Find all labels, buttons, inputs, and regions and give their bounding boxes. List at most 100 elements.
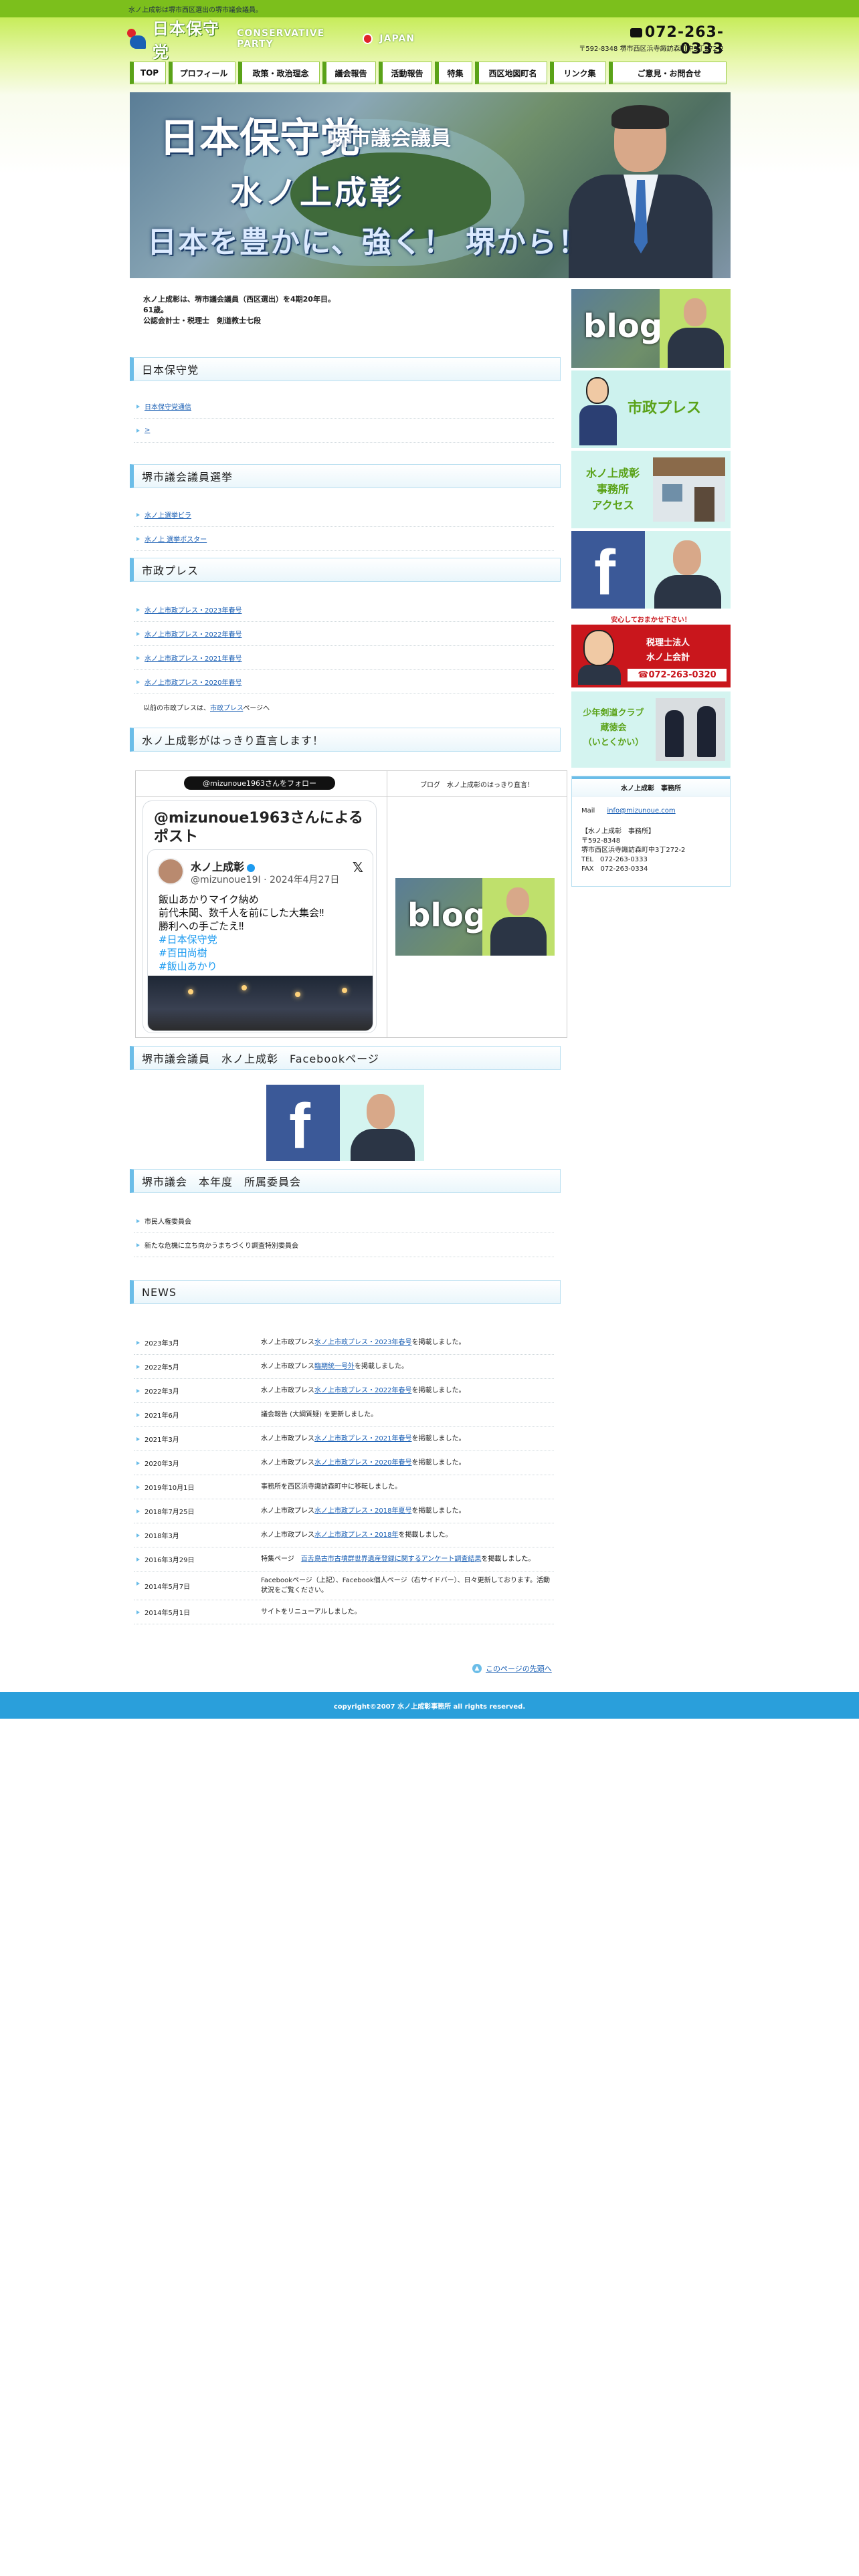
hashtag[interactable]: #百田尚樹 [159,946,366,960]
japan-flag-icon [363,33,373,44]
sidebar-banner-facebook[interactable]: f [571,531,731,609]
nav-top[interactable]: TOP [130,62,166,84]
news-text: 事務所を西区浜寺諏訪森町中に移転しました。 [261,1483,401,1491]
news-link[interactable]: 水ノ上市政プレス・2018年夏号 [314,1507,411,1515]
header-address: 〒592-8348 堺市西区浜寺諏訪森町中3丁272-2 [579,45,724,53]
list-item: 市民人権委員会 [134,1209,554,1233]
facebook-page-banner[interactable]: f [266,1085,424,1161]
office-mail-link[interactable]: info@mizunoue.com [607,807,675,815]
tweet-photo[interactable] [148,976,373,1031]
news-link[interactable]: 水ノ上市政プレス・2018年 [314,1531,398,1539]
press-page-link[interactable]: 市政プレス [210,705,243,712]
nav-links[interactable]: リンク集 [550,62,606,84]
list-item[interactable]: 水ノ上選挙ビラ [134,503,554,527]
blog-banner[interactable]: blog [395,878,555,956]
top-bar-text: 水ノ上成彰は堺市西区選出の堺市議会議員。 [128,7,262,14]
tweet-author: 水ノ上成彰 [191,858,256,874]
avatar[interactable] [157,858,184,885]
nav-feature[interactable]: 特集 [435,62,472,84]
party-logo-icon [127,29,146,49]
list-item[interactable]: 水ノ上 選挙ポスター [134,527,554,551]
news-link[interactable]: 臨期統一号外 [314,1363,355,1370]
news-item: 2014年5月7日 Facebookページ（上記）、Facebook個人ページ（右… [134,1572,554,1600]
twitter-follow-button[interactable]: @mizunoue1963さんをフォロー [184,776,335,790]
twitter-blog-box: @mizunoue1963さんをフォロー ブログ 水ノ上成彰のはっきり直言！ @… [135,770,567,1038]
section-heading-news: NEWS [130,1280,561,1304]
news-item: 2019年10月1日 事務所を西区浜寺諏訪森町中に移転しました。 [134,1475,554,1499]
arrow-up-icon: ▲ [472,1664,482,1673]
list-item[interactable]: 水ノ上市政プレス・2022年春号 [134,622,554,646]
tweet-body: 飯山あかりマイク納め 前代未聞、数千人を前にした大集会‼ 勝利への手ごたえ‼ #… [159,893,366,973]
facebook-icon: f [266,1085,340,1161]
site-logo[interactable]: 日本保守党 CONSERVATIVE PARTY JAPAN [127,19,415,62]
phone-icon [630,28,642,37]
news-item: 2018年3月 水ノ上市政プレス水ノ上市政プレス・2018年を掲載しました。 [134,1523,554,1547]
sidebar-office-info: 水ノ上成彰 事務所 Mail info@mizunoue.com 【水ノ上成彰 事… [571,776,731,887]
sidebar-banner-tax-office[interactable]: 安心しておまかせ下さい！ 税理士法人 水ノ上会計 ☎072-263-0320 [571,613,731,687]
sidebar-banner-blog[interactable]: blog [571,289,731,368]
list-item[interactable]: 水ノ上市政プレス・2023年春号 [134,598,554,622]
news-date: 2014年5月7日 [145,1583,191,1591]
election-links: 水ノ上選挙ビラ 水ノ上 選挙ポスター [134,503,554,551]
news-text: 水ノ上市政プレス臨期統一号外を掲載しました。 [261,1363,408,1370]
news-date: 2022年3月 [145,1388,179,1396]
timeline-title: @mizunoue1963さんによるポスト [154,810,363,845]
news-text: 水ノ上市政プレス水ノ上市政プレス・2018年を掲載しました。 [261,1531,452,1539]
nav-contact[interactable]: ご意見・お問合せ [609,62,727,84]
twitter-timeline[interactable]: @mizunoue1963さんによるポスト 水ノ上成彰 @mizunoue19I… [142,800,377,1033]
footer-copyright: copyright©2007 水ノ上成彰事務所 all rights reser… [0,1692,859,1719]
nav-activity-report[interactable]: 活動報告 [379,62,432,84]
hashtag[interactable]: #飯山あかり [159,960,366,973]
news-date: 2016年3月29日 [145,1557,195,1564]
list-item[interactable]: 水ノ上市政プレス・2020年春号 [134,670,554,694]
list-item[interactable]: 日本保守党通信 [134,395,554,419]
tweet-card[interactable]: 水ノ上成彰 @mizunoue19I · 2024年4月27日 𝕏 飯山あかりマ… [147,849,373,1031]
list-item[interactable]: > [134,419,554,443]
section-heading-facebook: 堺市議会議員 水ノ上成彰 Facebookページ [130,1046,561,1070]
committee-list: 市民人権委員会 新たな危機に立ち向かうまちづくり調査特別委員会 [134,1209,554,1257]
news-text: サイトをリニューアルしました。 [261,1608,361,1616]
sidebar-banner-access[interactable]: 水ノ上成彰 事務所 アクセス [571,451,731,528]
nav-profile[interactable]: プロフィール [169,62,235,84]
list-item[interactable]: 水ノ上市政プレス・2021年春号 [134,646,554,670]
news-date: 2021年3月 [145,1436,179,1444]
news-text: 水ノ上市政プレス水ノ上市政プレス・2022年春号を掲載しました。 [261,1387,466,1394]
news-link[interactable]: 百舌鳥古市古墳群世界遺産登録に関するアンケート調査結果 [301,1555,482,1563]
news-text: 水ノ上市政プレス水ノ上市政プレス・2020年春号を掲載しました。 [261,1459,466,1467]
verified-icon [247,863,256,872]
news-item: 2021年3月 水ノ上市政プレス水ノ上市政プレス・2021年春号を掲載しました。 [134,1427,554,1451]
section-heading-election: 堺市議会議員選挙 [130,464,561,488]
facebook-icon: f [571,531,645,609]
news-item: 2020年3月 水ノ上市政プレス水ノ上市政プレス・2020年春号を掲載しました。 [134,1451,554,1475]
intro-text: 水ノ上成彰は、堺市議会議員（西区選出）を4期20年目。 61歳。 公認会計士・税… [143,295,335,325]
kendo-photo [656,698,725,761]
nav-map[interactable]: 西区地図町名 [475,62,547,84]
news-link[interactable]: 水ノ上市政プレス・2023年春号 [314,1339,411,1346]
news-date: 2018年3月 [145,1533,179,1540]
blog-text: blog [407,897,487,934]
section-heading-committee: 堺市議会 本年度 所属委員会 [130,1169,561,1193]
main-nav: TOP プロフィール 政策・政治理念 議会報告 活動報告 特集 西区地図町名 リ… [130,62,732,84]
page-top-link[interactable]: ▲ このページの先頭へ [472,1662,555,1675]
nav-assembly-report[interactable]: 議会報告 [322,62,376,84]
news-link[interactable]: 水ノ上市政プレス・2021年春号 [314,1435,411,1442]
news-date: 2022年5月 [145,1364,179,1372]
top-bar: 水ノ上成彰は堺市西区選出の堺市議会議員。 [0,0,859,17]
news-list: 2023年3月 水ノ上市政プレス水ノ上市政プレス・2023年春号を掲載しました。 2… [134,1331,554,1624]
nav-policy[interactable]: 政策・政治理念 [238,62,320,84]
press-links: 水ノ上市政プレス・2023年春号 水ノ上市政プレス・2022年春号 水ノ上市政プ… [134,598,554,694]
news-link[interactable]: 水ノ上市政プレス・2022年春号 [314,1387,411,1394]
news-date: 2020年3月 [145,1461,179,1468]
x-logo-icon[interactable]: 𝕏 [353,859,363,875]
news-link[interactable]: 水ノ上市政プレス・2020年春号 [314,1459,411,1467]
sidebar-banner-kendo-club[interactable]: 少年剣道クラブ 蔵徳会 （いとくかい） [571,691,731,768]
news-date: 2019年10月1日 [145,1485,195,1492]
hero-party-name: 日本保守党 [159,115,360,162]
hashtag[interactable]: #日本保守党 [159,933,366,946]
hero-name: 水ノ上成彰 [230,174,405,211]
cartoon-portrait-icon [578,630,621,685]
news-item: 2021年6月 議会報告 (大綱質疑) を更新しました。 [134,1403,554,1427]
sidebar-banner-press[interactable]: 市政プレス [571,370,731,448]
news-text: 水ノ上市政プレス水ノ上市政プレス・2018年夏号を掲載しました。 [261,1507,466,1515]
news-date: 2021年6月 [145,1412,179,1420]
